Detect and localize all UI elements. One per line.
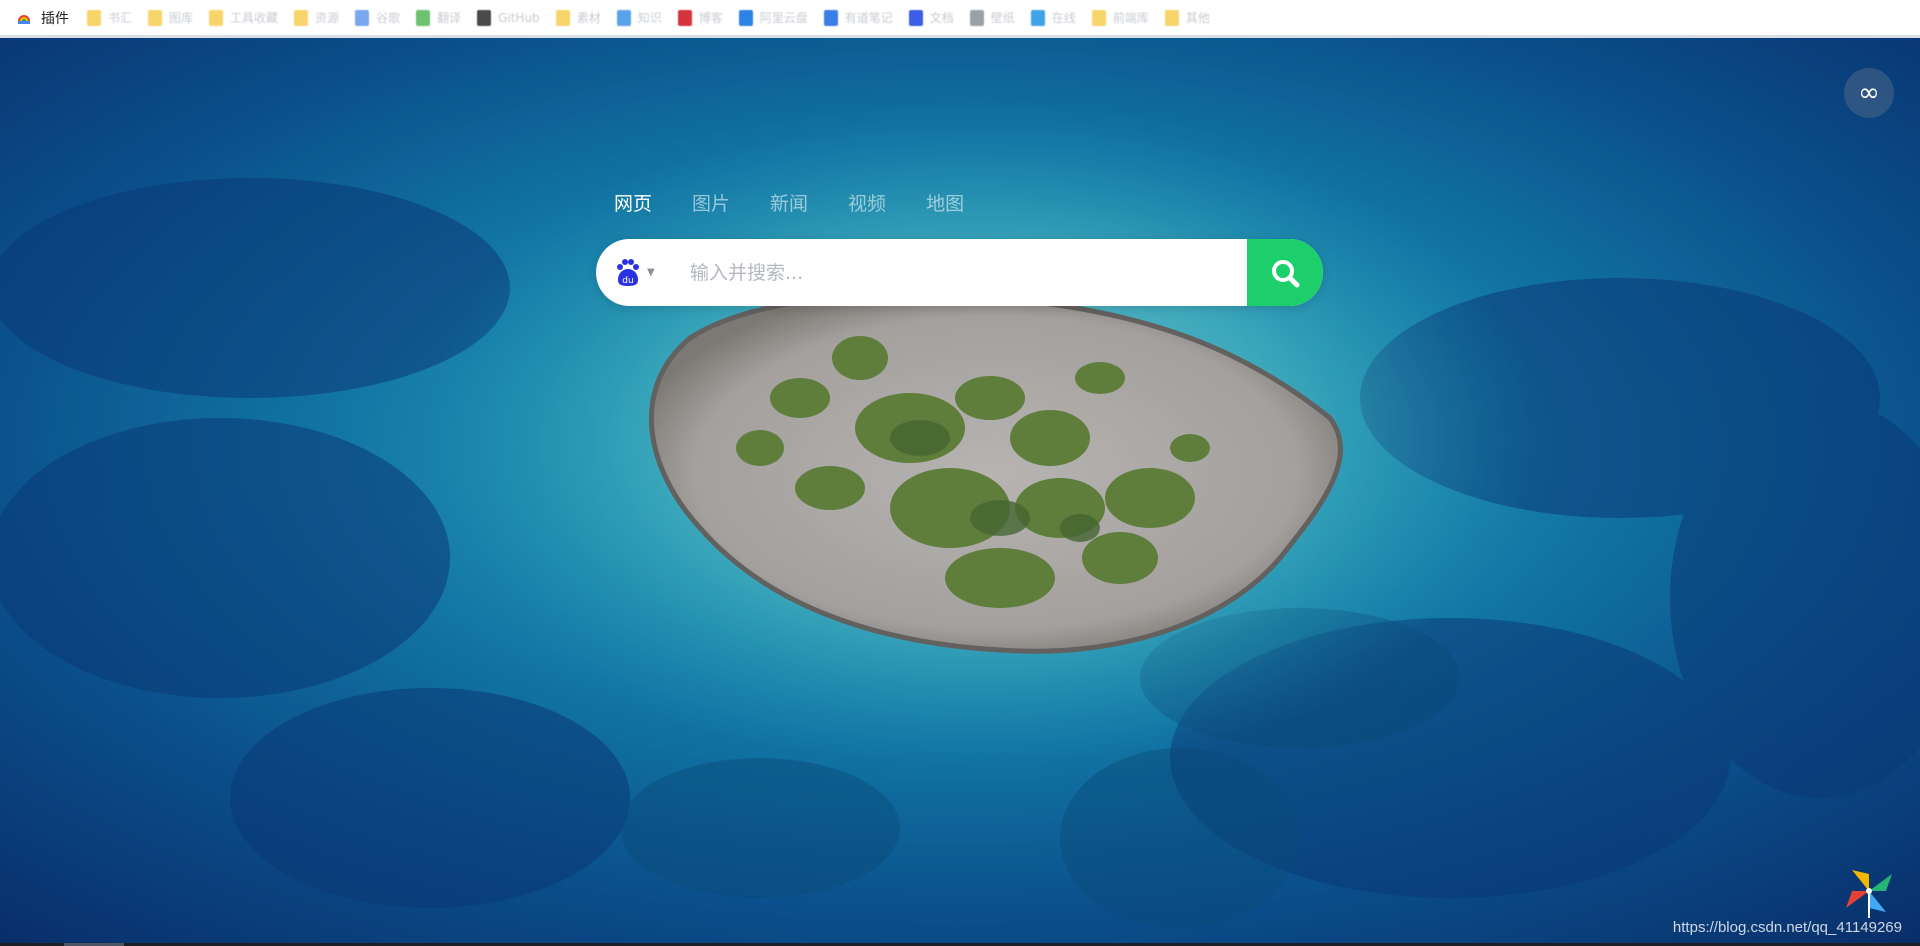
bookmark-label: 其他 [1185, 11, 1210, 25]
bookmark-label: 在线 [1051, 11, 1076, 25]
svg-text:du: du [622, 276, 633, 286]
watermark-text: https://blog.csdn.net/qq_41149269 [1672, 919, 1902, 936]
search-input[interactable] [672, 239, 1247, 306]
bookmark-icon [416, 9, 431, 26]
bookmark-label: 翻译 [437, 11, 462, 25]
infinity-icon: ∞ [1858, 78, 1880, 108]
bookmark-item[interactable]: 前端库 [1091, 9, 1149, 26]
bookmark-label: 有道笔记 [844, 11, 893, 25]
tab-map[interactable]: 地图 [926, 192, 964, 216]
bookmark-label: 工具收藏 [230, 11, 279, 25]
bookmark-item[interactable]: 书汇 [87, 9, 132, 26]
bookmark-icon [969, 9, 984, 26]
bookmark-icon [294, 9, 309, 26]
infinity-button[interactable]: ∞ [1844, 68, 1894, 118]
bookmark-label: 知识 [637, 11, 662, 25]
tab-images[interactable]: 图片 [692, 192, 730, 216]
bookmark-icon [616, 9, 631, 26]
bookmark-label: 壁纸 [990, 11, 1015, 25]
bookmarks-bar: 插件 书汇 图库 工具收藏 资源 谷歌 翻译 GitHub 素材 知识 博客 阿里云盘 有道笔记 文档 壁… [0, 0, 1920, 38]
bookmark-item[interactable]: 素材 [555, 9, 601, 26]
search-engine-selector[interactable]: du ▼ [596, 239, 672, 306]
bookmark-item[interactable]: 翻译 [416, 9, 461, 26]
bookmark-item[interactable]: 阿里云盘 [738, 9, 808, 26]
bookmark-icon [148, 9, 163, 26]
bookmark-icon [677, 9, 692, 26]
bookmark-item[interactable]: 图库 [148, 9, 193, 26]
bookmark-icon [1030, 9, 1045, 26]
bookmark-label: 谷歌 [376, 11, 401, 25]
bookmark-label: 文档 [929, 11, 954, 25]
bookmark-icon [87, 9, 101, 26]
bookmark-label: 资源 [315, 11, 340, 25]
search-tabs: 网页 图片 新闻 视频 地图 [614, 192, 1004, 216]
chevron-down-icon: ▼ [647, 267, 655, 278]
bookmark-item[interactable]: 博客 [677, 9, 723, 26]
background-image [0, 38, 1920, 946]
bookmark-label: 阿里云盘 [759, 11, 808, 25]
bookmark-item[interactable]: 资源 [294, 9, 339, 26]
bookmark-item[interactable]: GitHub [477, 9, 540, 26]
search-icon [1269, 257, 1301, 289]
bookmark-item[interactable]: 在线 [1030, 9, 1076, 26]
bookmark-label: 前端库 [1112, 11, 1149, 25]
bookmark-icon [1164, 9, 1179, 26]
bookmark-icon [823, 9, 838, 26]
bookmark-icon [355, 9, 370, 26]
bookmark-item[interactable]: 有道笔记 [823, 9, 893, 26]
pinwheel-icon[interactable] [1842, 864, 1896, 918]
bookmark-item[interactable]: 工具收藏 [209, 9, 278, 26]
bookmark-item[interactable]: 知识 [616, 9, 662, 26]
search-bar: du ▼ [596, 239, 1323, 306]
bookmark-icon [209, 9, 224, 26]
bookmark-icon [908, 9, 923, 26]
bookmark-extensions-label: 插件 [41, 10, 69, 27]
tab-video[interactable]: 视频 [848, 192, 886, 216]
tab-web[interactable]: 网页 [614, 192, 652, 216]
bookmark-item[interactable]: 壁纸 [969, 9, 1015, 26]
bookmark-label: 素材 [576, 11, 601, 25]
bookmark-icon [1091, 9, 1106, 26]
bookmark-icon [477, 9, 492, 26]
bookmark-item[interactable]: 其他 [1164, 9, 1210, 26]
bookmark-extensions[interactable]: 插件 [16, 8, 69, 28]
tab-news[interactable]: 新闻 [770, 192, 808, 216]
bookmark-label: 博客 [698, 11, 723, 25]
bookmark-item[interactable]: 文档 [908, 9, 954, 26]
bookmark-icon [738, 9, 753, 26]
bookmark-label: 图库 [169, 11, 194, 25]
search-button[interactable] [1247, 239, 1323, 306]
extensions-icon [16, 10, 32, 26]
bookmark-icon [555, 9, 570, 26]
bookmark-label: 书汇 [108, 11, 133, 25]
baidu-logo-icon: du [614, 258, 642, 288]
bookmark-label: GitHub [498, 10, 540, 25]
bookmark-item[interactable]: 谷歌 [355, 9, 400, 26]
